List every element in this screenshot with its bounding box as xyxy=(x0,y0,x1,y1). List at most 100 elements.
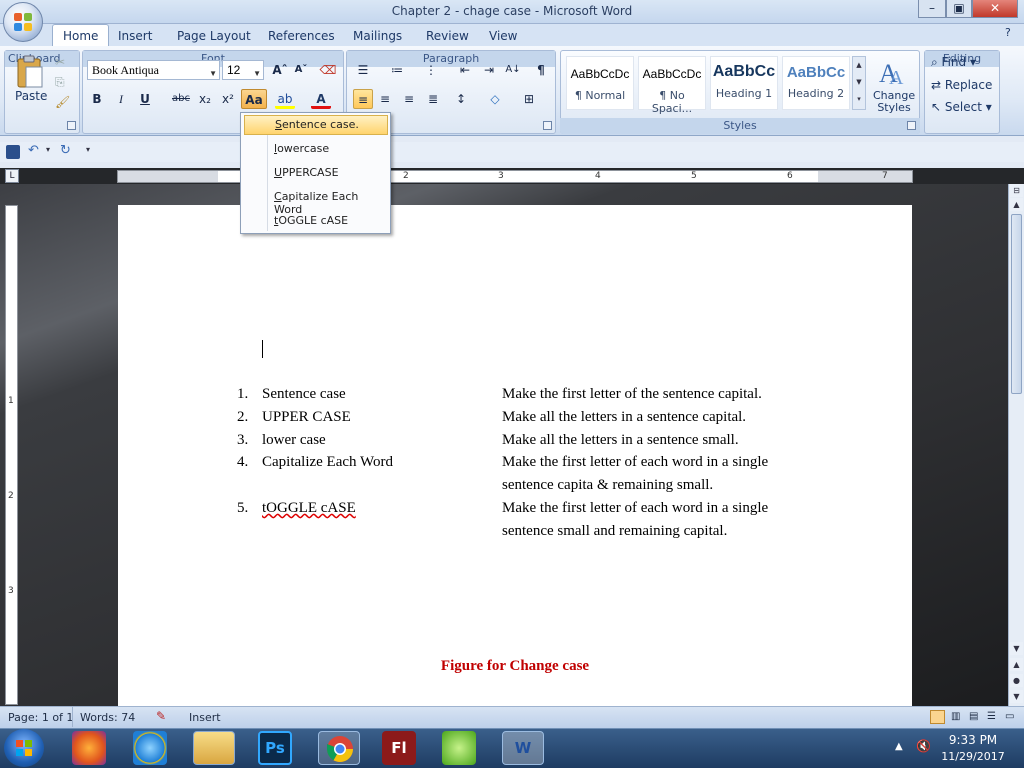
shrink-font-button[interactable]: Aˇ xyxy=(291,60,311,80)
decrease-indent-icon[interactable]: ⇤ xyxy=(455,60,475,80)
flash-icon[interactable]: Fl xyxy=(382,731,416,765)
undo-icon[interactable]: ↶ xyxy=(28,143,39,158)
scroll-down-icon[interactable]: ▼ xyxy=(1010,642,1023,655)
office-button[interactable] xyxy=(3,2,43,42)
bold-button[interactable]: B xyxy=(87,89,107,109)
clipboard-launcher-icon[interactable] xyxy=(67,121,76,130)
style-heading-1[interactable]: AaBbCc Heading 1 xyxy=(710,56,778,110)
menu-item-uppercase[interactable]: UPPERCASE xyxy=(244,163,388,183)
align-left-icon[interactable]: ≡ xyxy=(353,89,373,109)
styles-launcher-icon[interactable] xyxy=(907,121,916,130)
draft-icon[interactable]: ▭ xyxy=(1005,711,1014,722)
minimize-button[interactable]: – xyxy=(918,0,946,18)
redo-icon[interactable]: ↻ xyxy=(60,143,71,158)
shading-icon[interactable]: ◇ xyxy=(485,89,505,109)
proofing-icon[interactable]: ✎ xyxy=(156,709,166,723)
page-count[interactable]: Page: 1 of 1 xyxy=(8,711,73,724)
font-color-button[interactable]: A xyxy=(311,89,331,109)
align-center-icon[interactable]: ≡ xyxy=(375,89,395,109)
maximize-button[interactable]: ▣ xyxy=(946,0,972,18)
web-layout-icon[interactable]: ▤ xyxy=(969,711,978,722)
clock-date[interactable]: 11/29/2017 xyxy=(936,750,1010,763)
style-no-spacing[interactable]: AaBbCcDc ¶ No Spaci... xyxy=(638,56,706,115)
format-painter-icon[interactable]: 🖌 xyxy=(55,95,70,109)
vertical-scrollbar[interactable]: ⊟ ▲ ▼ ▲ ● ▼ xyxy=(1008,184,1024,706)
start-button[interactable] xyxy=(4,729,44,767)
sort-icon[interactable]: A↓ xyxy=(503,60,523,80)
text-highlight-icon[interactable]: ab xyxy=(275,89,295,109)
firefox-icon[interactable] xyxy=(72,731,106,765)
change-styles-icon[interactable]: AA xyxy=(873,54,915,94)
numbering-icon[interactable]: ≔ xyxy=(387,60,407,80)
clear-formatting-icon[interactable]: ⌫ xyxy=(318,60,338,80)
full-screen-reading-icon[interactable]: ▥ xyxy=(951,711,960,722)
styles-scroll[interactable]: ▲ ▼ ▾ xyxy=(852,56,866,110)
customize-qat-icon[interactable]: ▾ xyxy=(86,145,90,154)
subscript-button[interactable]: x₂ xyxy=(195,89,215,109)
show-hidden-icons-icon[interactable]: ▲ xyxy=(895,741,903,752)
menu-item-toggle-case[interactable]: tOGGLE cASE xyxy=(244,211,388,231)
tab-references[interactable]: References xyxy=(258,26,345,46)
print-layout-icon[interactable] xyxy=(930,710,945,724)
style-normal[interactable]: AaBbCcDc ¶ Normal xyxy=(566,56,634,110)
borders-icon[interactable]: ⊞ xyxy=(519,89,539,109)
cut-icon[interactable]: ✂ xyxy=(55,55,65,69)
strikethrough-button[interactable]: abc xyxy=(169,89,193,109)
grow-font-button[interactable]: Aˆ xyxy=(270,60,290,80)
paragraph-launcher-icon[interactable] xyxy=(543,121,552,130)
show-marks-button[interactable]: ¶ xyxy=(531,60,551,80)
paste-button[interactable]: Paste xyxy=(15,89,47,103)
line-spacing-icon[interactable]: ↕ xyxy=(451,89,471,109)
font-size-combo[interactable]: 12 ▼ xyxy=(222,60,264,80)
bullets-icon[interactable]: ☰ xyxy=(353,60,373,80)
style-heading-2[interactable]: AaBbCc Heading 2 xyxy=(782,56,850,110)
replace-button[interactable]: ⇄ Replace xyxy=(931,78,992,92)
paste-icon[interactable] xyxy=(15,55,45,89)
vertical-ruler[interactable]: 1 2 3 xyxy=(5,205,18,705)
menu-item-capitalize-each-word[interactable]: Capitalize Each Word xyxy=(244,187,388,216)
ruler-toggle-icon[interactable]: ⊟ xyxy=(1010,184,1023,197)
font-family-combo[interactable]: Book Antiqua ▼ xyxy=(87,60,220,80)
chrome-icon[interactable] xyxy=(318,731,360,765)
align-right-icon[interactable]: ≡ xyxy=(399,89,419,109)
close-button[interactable]: ✕ xyxy=(972,0,1018,18)
tab-view[interactable]: View xyxy=(479,26,527,46)
clock-time[interactable]: 9:33 PM xyxy=(936,733,1010,747)
change-case-button[interactable]: Aa xyxy=(241,89,267,109)
tab-review[interactable]: Review xyxy=(416,26,479,46)
change-styles-button[interactable]: Change Styles xyxy=(873,90,915,114)
photoshop-icon[interactable]: Ps xyxy=(258,731,292,765)
justify-icon[interactable]: ≣ xyxy=(423,89,443,109)
select-browse-object-icon[interactable]: ● xyxy=(1010,674,1023,687)
file-explorer-icon[interactable] xyxy=(193,731,235,765)
increase-indent-icon[interactable]: ⇥ xyxy=(479,60,499,80)
italic-button[interactable]: I xyxy=(111,89,131,109)
scroll-up-icon[interactable]: ▲ xyxy=(1010,198,1023,211)
menu-item-sentence-case[interactable]: Sentence case. xyxy=(244,115,388,135)
horizontal-ruler[interactable]: 2 3 4 5 6 7 xyxy=(117,170,913,183)
find-button[interactable]: ⌕ Find ▾ xyxy=(931,55,976,70)
superscript-button[interactable]: x² xyxy=(218,89,238,109)
menu-item-lowercase[interactable]: lowercase xyxy=(244,139,388,159)
green-app-icon[interactable] xyxy=(442,731,476,765)
underline-button[interactable]: U xyxy=(135,89,155,109)
help-icon[interactable]: ? xyxy=(1005,26,1011,39)
tab-insert[interactable]: Insert xyxy=(108,26,162,46)
word-taskbar-icon[interactable]: W xyxy=(502,731,544,765)
tab-mailings[interactable]: Mailings xyxy=(343,26,412,46)
next-page-icon[interactable]: ▼ xyxy=(1010,690,1023,703)
scroll-thumb[interactable] xyxy=(1011,214,1022,394)
insert-mode[interactable]: Insert xyxy=(189,711,221,724)
undo-dropdown-icon[interactable]: ▾ xyxy=(46,145,50,154)
volume-muted-icon[interactable]: 🔇 xyxy=(916,739,931,753)
tab-page-layout[interactable]: Page Layout xyxy=(167,26,261,46)
outline-icon[interactable]: ☰ xyxy=(987,711,996,722)
copy-icon[interactable]: ⎘ xyxy=(55,75,65,90)
multilevel-list-icon[interactable]: ⋮ xyxy=(421,60,441,80)
internet-explorer-icon[interactable] xyxy=(133,731,167,765)
save-icon[interactable] xyxy=(6,145,20,159)
tab-home[interactable]: Home xyxy=(52,24,110,46)
word-count[interactable]: Words: 74 xyxy=(80,711,135,724)
tab-selector-icon[interactable]: L xyxy=(5,169,19,183)
previous-page-icon[interactable]: ▲ xyxy=(1010,658,1023,671)
